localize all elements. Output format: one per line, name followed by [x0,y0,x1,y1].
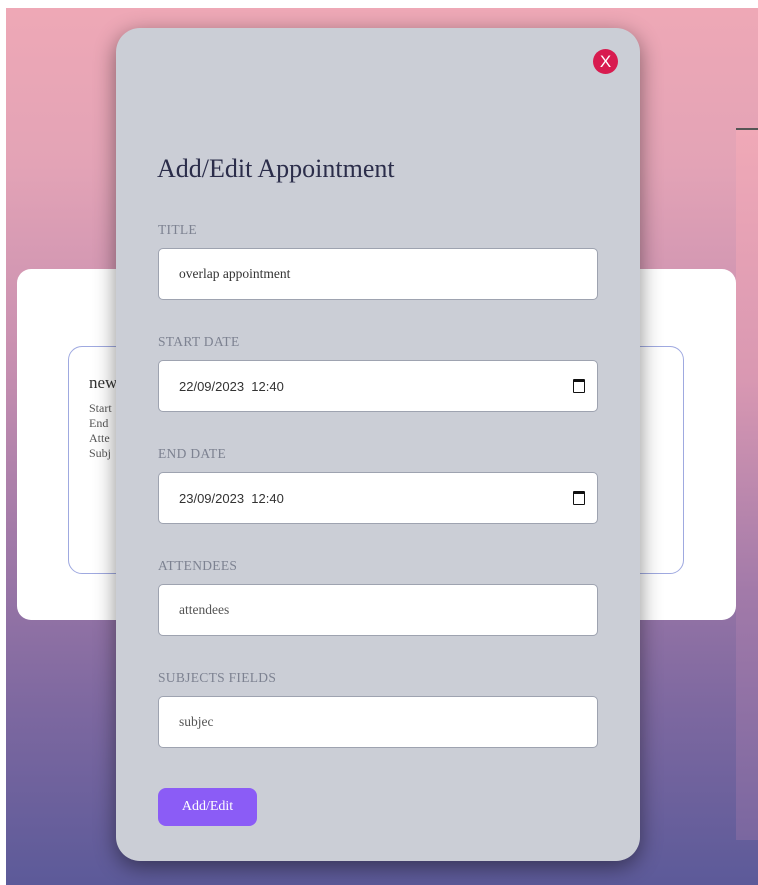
calendar-icon[interactable] [573,379,585,393]
close-icon[interactable]: X [593,49,618,74]
start-date-input[interactable]: 22/09/2023 12:40 [158,360,598,412]
end-date-label: END DATE [158,446,227,461]
attendees-input[interactable]: attendees [158,584,598,636]
start-date-label: START DATE [158,334,240,349]
side-panel [736,128,758,840]
end-date-input[interactable]: 23/09/2023 12:40 [158,472,598,524]
modal-title: Add/Edit Appointment [157,154,395,183]
end-date-value: 23/09/2023 12:40 [179,490,284,506]
subjects-input[interactable]: subjec [158,696,598,748]
calendar-icon[interactable] [573,491,585,505]
app-viewport: new Start End Atte Subj X Add/Edit Appoi… [6,8,758,885]
title-input-value: overlap appointment [179,266,291,281]
subjects-label: SUBJECTS FIELDS [158,670,277,685]
title-label: TITLE [158,222,197,237]
subjects-input-value: subjec [179,714,214,729]
title-input[interactable]: overlap appointment [158,248,598,300]
start-date-value: 22/09/2023 12:40 [179,378,284,394]
add-edit-button[interactable]: Add/Edit [158,788,257,826]
appointment-modal: X Add/Edit Appointment TITLE overlap app… [116,28,640,861]
attendees-input-value: attendees [179,602,230,617]
attendees-label: ATTENDEES [158,558,238,573]
